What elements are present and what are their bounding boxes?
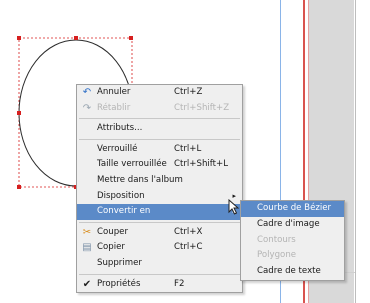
checkmark-icon: ✔ (82, 278, 92, 290)
menu-item-supprimer[interactable]: Supprimer (77, 256, 242, 272)
submenu-item-polygone[interactable]: Polygone (241, 248, 344, 264)
submenu-item-contours[interactable]: Contours (241, 233, 344, 249)
menu-item-label: Annuler (97, 87, 131, 97)
submenu-item-courbe-de-bezier[interactable]: Courbe de Bézier (241, 201, 344, 217)
menu-item-label: Mettre dans l'album (97, 174, 183, 185)
menu-item-label: Taille verrouillée (97, 159, 167, 170)
menu-separator (79, 138, 240, 140)
menu-item-label: Disposition (97, 190, 145, 201)
submenu-item-label: Courbe de Bézier (257, 203, 332, 213)
menu-item-verrouille[interactable]: Verrouillé Ctrl+L (77, 142, 242, 158)
menu-item-label: Attributs... (97, 123, 143, 134)
copy-icon: ▤ (82, 242, 92, 254)
menu-item-disposition[interactable]: Disposition ▸ (77, 189, 242, 205)
menu-item-proprietes[interactable]: ✔ Propriétés F2 (77, 277, 242, 293)
menu-item-label: Rétablir (97, 102, 131, 113)
undo-icon: ↶ (82, 87, 92, 98)
menu-item-retablir[interactable]: ↷ Rétablir Ctrl+Shift+Z (77, 101, 242, 117)
menu-item-shortcut: Ctrl+C (174, 242, 203, 253)
menu-item-label: Verrouillé (97, 143, 138, 154)
selection-handle (74, 36, 78, 40)
menu-separator (79, 273, 240, 275)
menu-item-couper[interactable]: ✂ Couper Ctrl+X (77, 225, 242, 241)
menu-item-shortcut: F2 (174, 278, 185, 289)
menu-item-label: Copier (97, 242, 125, 253)
submenu-item-label: Cadre d'image (257, 218, 320, 229)
menu-item-shortcut: Ctrl+Z (174, 87, 203, 97)
menu-item-attributs[interactable]: Attributs... (77, 121, 242, 137)
menu-item-label: Supprimer (97, 257, 142, 268)
menu-item-annuler[interactable]: ↶ Annuler Ctrl+Z (77, 85, 242, 101)
scissors-icon: ✂ (82, 226, 92, 238)
selection-handle (17, 111, 21, 115)
redo-icon: ↷ (82, 102, 92, 114)
menu-separator (79, 118, 240, 120)
menu-item-convertir-en[interactable]: Convertir en▸ (77, 204, 242, 220)
menu-item-taille-verrouillee[interactable]: Taille verrouillée Ctrl+Shift+L (77, 157, 242, 173)
selection-handle (129, 36, 133, 40)
selection-handle (17, 185, 21, 189)
submenu-item-cadre-d-image[interactable]: Cadre d'image (241, 217, 344, 233)
submenu-item-cadre-de-texte[interactable]: Cadre de texte (241, 264, 344, 280)
menu-item-mettre-dans-l-album[interactable]: Mettre dans l'album (77, 173, 242, 189)
menu-item-label: Propriétés (97, 278, 141, 289)
selection-handle (17, 36, 21, 40)
menu-item-copier[interactable]: ▤ Copier Ctrl+C (77, 240, 242, 256)
menu-separator (79, 221, 240, 223)
menu-item-shortcut: Ctrl+Shift+L (174, 159, 229, 170)
submenu-item-label: Contours (257, 234, 296, 245)
menu-item-label: Convertir en (97, 206, 151, 217)
menu-item-shortcut: Ctrl+Shift+Z (174, 102, 230, 113)
submenu-item-label: Polygone (257, 250, 297, 261)
menu-item-label: Couper (97, 226, 128, 237)
submenu-item-label: Cadre de texte (257, 266, 321, 277)
mouse-pointer-icon (228, 199, 240, 215)
menu-item-shortcut: Ctrl+X (174, 226, 203, 237)
menu-item-shortcut: Ctrl+L (174, 143, 202, 154)
context-menu: ↶ Annuler Ctrl+Z ↷ Rétablir Ctrl+Shift+Z Attri… (76, 84, 243, 294)
convert-to-submenu: Courbe de Bézier Cadre d'image Contours Pol… (240, 200, 345, 281)
